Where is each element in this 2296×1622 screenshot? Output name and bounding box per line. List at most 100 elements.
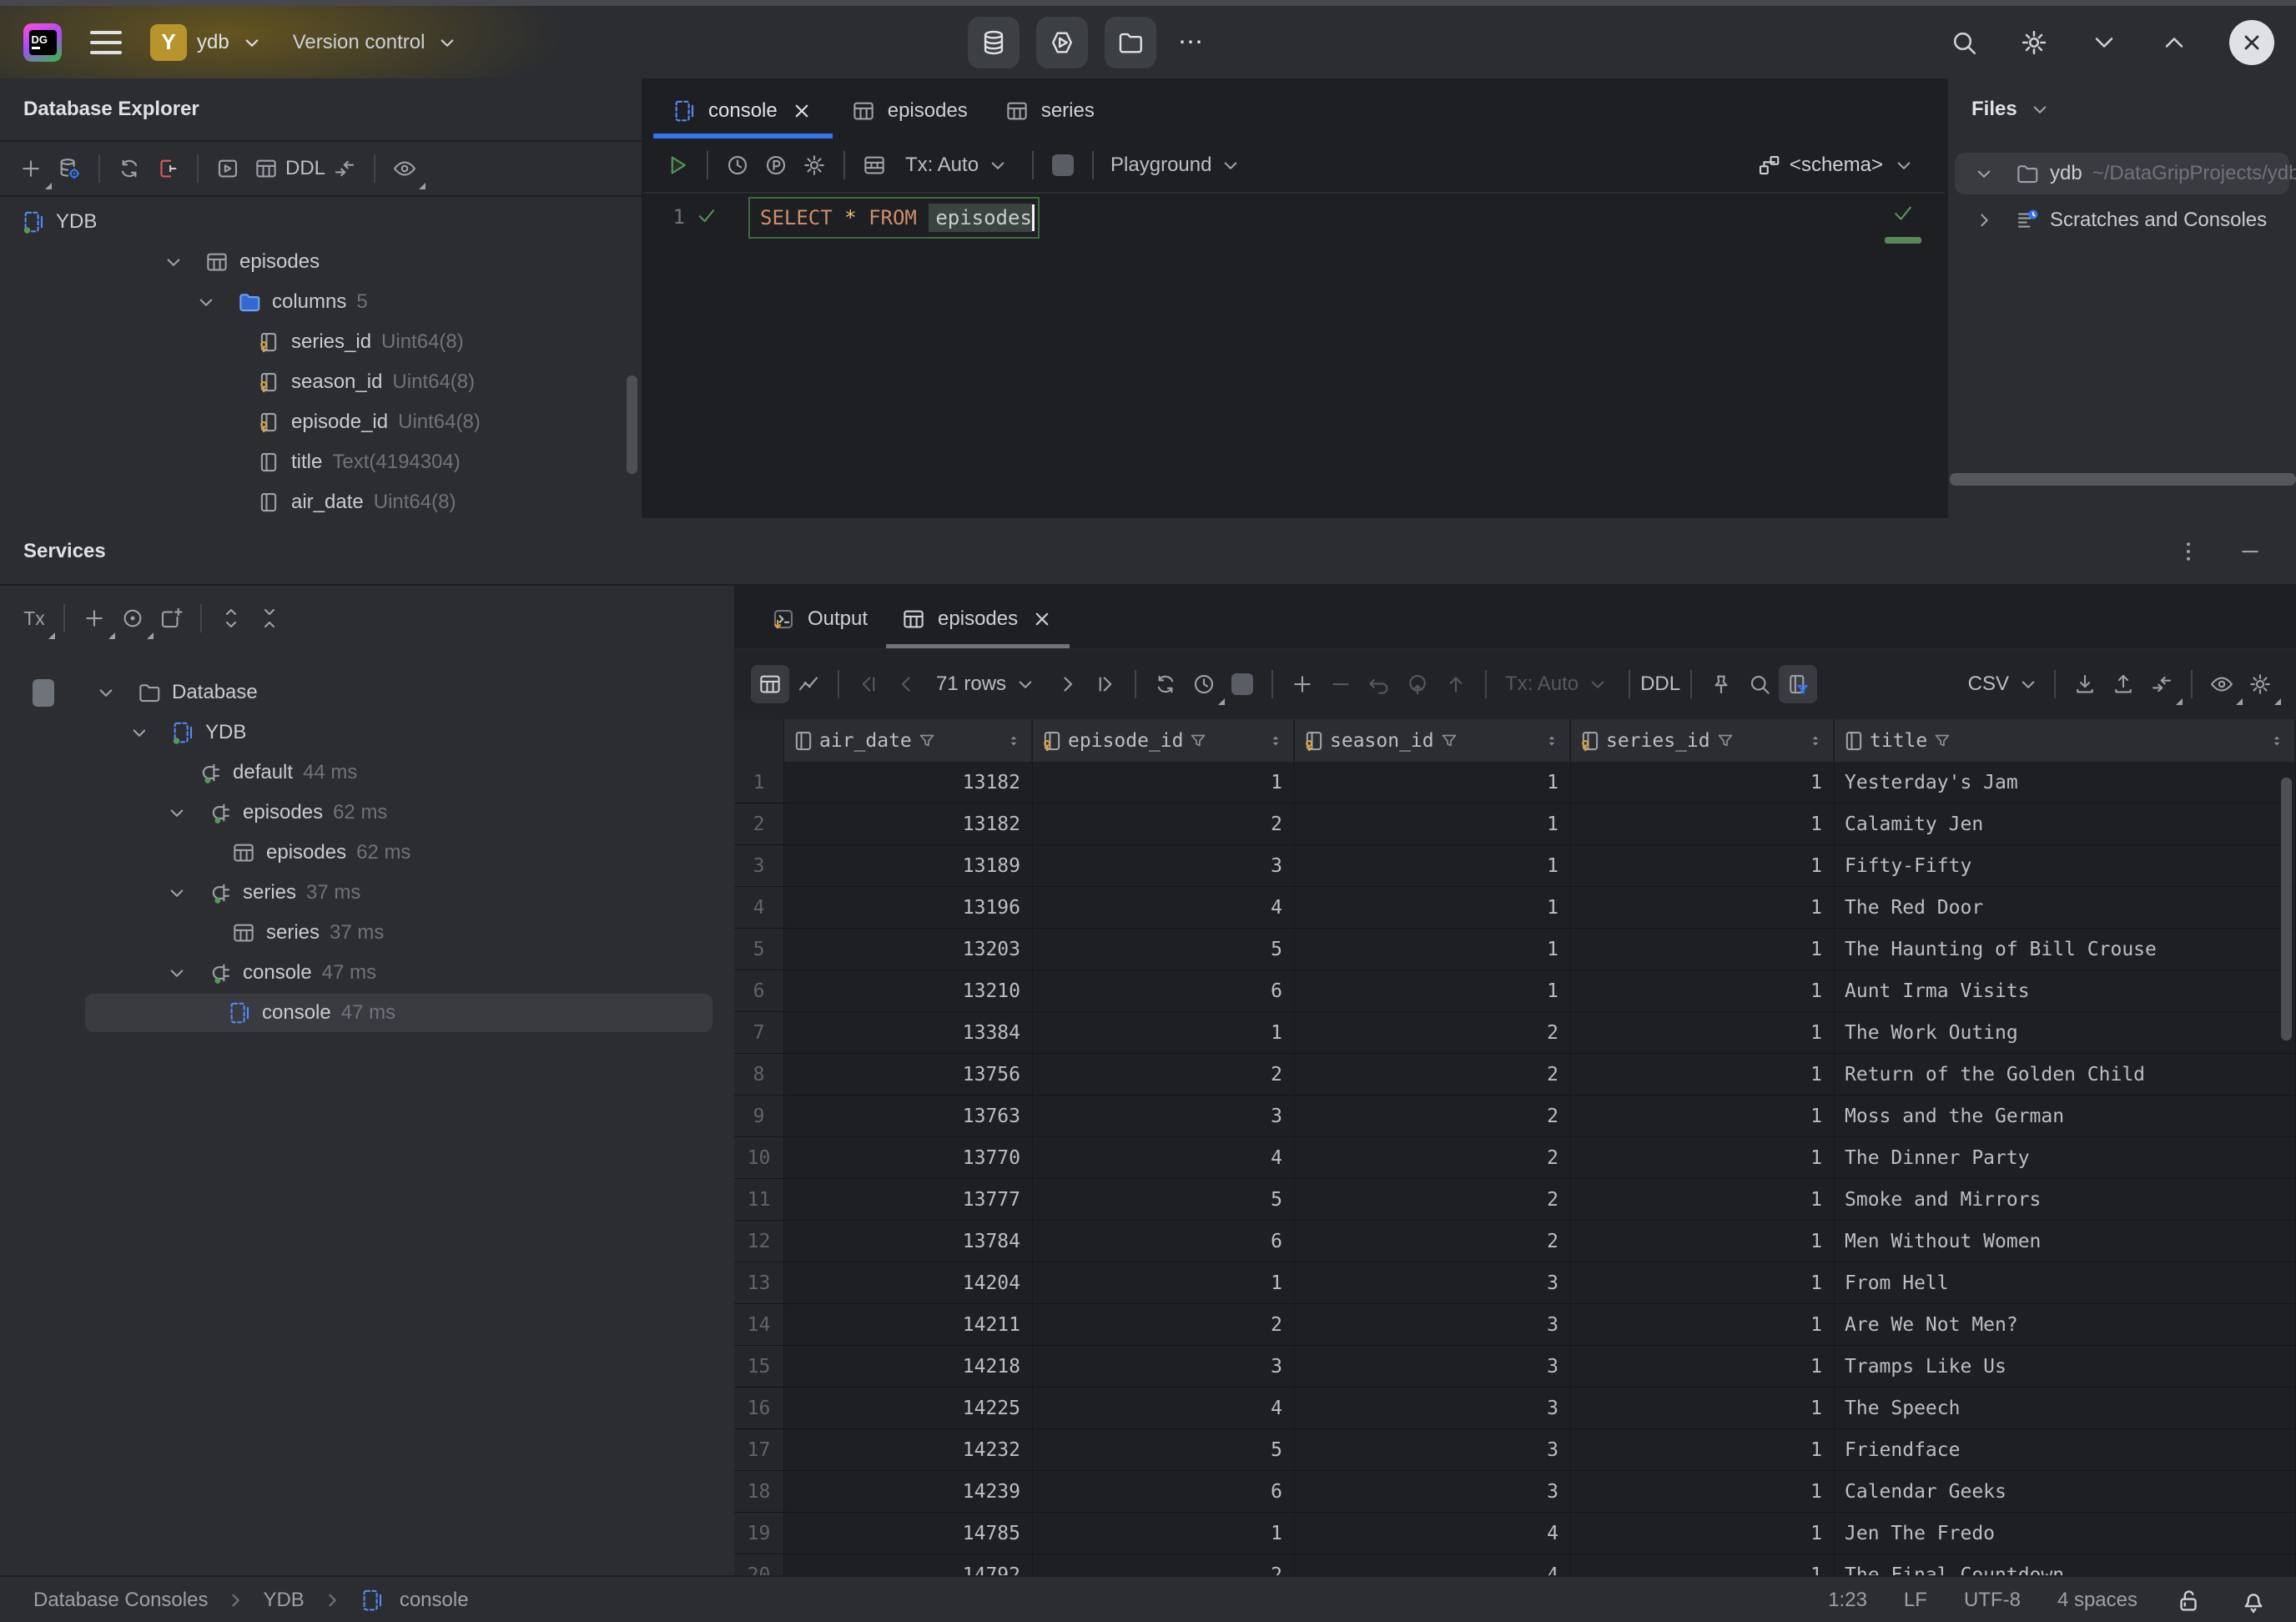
refresh-commit-button[interactable] (1398, 665, 1437, 703)
cell-air_date[interactable]: 14232 (784, 1429, 1033, 1470)
tree-toggle[interactable] (194, 290, 227, 315)
column-header-season_id[interactable]: season_id (1295, 719, 1571, 762)
execute-button[interactable] (658, 146, 697, 184)
cell-air_date[interactable]: 13196 (784, 887, 1033, 928)
cell-title[interactable]: The Red Door (1835, 887, 2296, 928)
tab-episodes-result[interactable]: episodes (884, 590, 1071, 648)
previous-page-button[interactable] (888, 665, 926, 703)
service-item-console[interactable]: console47 ms (0, 953, 733, 993)
row-number[interactable]: 19 (734, 1513, 784, 1554)
cell-series_id[interactable]: 1 (1571, 1471, 1835, 1512)
cell-episode_id[interactable]: 4 (1033, 1137, 1295, 1178)
cell-series_id[interactable]: 1 (1571, 1388, 1835, 1428)
tree-toggle[interactable] (1971, 161, 2005, 186)
sort-icon[interactable] (1806, 732, 1825, 750)
cell-episode_id[interactable]: 6 (1033, 1471, 1295, 1512)
cell-season_id[interactable]: 1 (1295, 762, 1571, 803)
new-item-button[interactable] (12, 149, 50, 188)
settings-gear-icon[interactable] (2019, 28, 2049, 58)
cell-episode_id[interactable]: 1 (1033, 1012, 1295, 1053)
cell-air_date[interactable]: 13777 (784, 1179, 1033, 1220)
cell-season_id[interactable]: 1 (1295, 970, 1571, 1011)
cell-episode_id[interactable]: 3 (1033, 845, 1295, 886)
filter-funnel-icon[interactable] (1932, 731, 1952, 751)
cell-series_id[interactable]: 1 (1571, 929, 1835, 970)
tx-mode-select[interactable]: Tx: Auto (905, 153, 1010, 178)
cell-episode_id[interactable]: 1 (1033, 1262, 1295, 1303)
expand-all-button[interactable] (212, 599, 250, 637)
preview-data-button[interactable] (113, 599, 152, 637)
chevron-down-icon[interactable] (1971, 161, 1996, 186)
tree-toggle[interactable] (127, 720, 160, 745)
cell-title[interactable]: The Dinner Party (1835, 1137, 2296, 1178)
cell-series_id[interactable]: 1 (1571, 970, 1835, 1011)
column-header-episode_id[interactable]: episode_id (1033, 719, 1295, 762)
tree-toggle[interactable] (93, 680, 127, 705)
row-number[interactable]: 7 (734, 1012, 784, 1053)
column-header-title[interactable]: title (1835, 719, 2296, 762)
sort-icon[interactable] (1543, 732, 1561, 750)
cell-season_id[interactable]: 2 (1295, 1137, 1571, 1178)
cell-title[interactable]: The Speech (1835, 1388, 2296, 1428)
minimize-icon[interactable] (2238, 539, 2263, 564)
row-number[interactable]: 17 (734, 1429, 784, 1470)
cell-air_date[interactable]: 13763 (784, 1096, 1033, 1136)
row-number[interactable]: 5 (734, 929, 784, 970)
cell-season_id[interactable]: 2 (1295, 1221, 1571, 1262)
cell-season_id[interactable]: 2 (1295, 1179, 1571, 1220)
row-number[interactable]: 16 (734, 1388, 784, 1428)
view-options-button[interactable] (385, 149, 424, 188)
close-icon[interactable] (789, 98, 814, 123)
sql-statement[interactable]: SELECT * FROM episodes (748, 197, 1040, 239)
sort-icon[interactable] (1004, 732, 1023, 750)
stop-button[interactable] (1044, 146, 1082, 184)
row-number[interactable]: 14 (734, 1304, 784, 1345)
tree-toggle[interactable] (164, 960, 198, 985)
cell-air_date[interactable]: 14239 (784, 1471, 1033, 1512)
explorer-item-columns[interactable]: columns5 (0, 282, 642, 322)
cell-title[interactable]: Friendface (1835, 1429, 2296, 1470)
files-scrollbar-thumb[interactable] (1950, 473, 2296, 486)
explorer-item-season-id[interactable]: season_idUint64(8) (0, 362, 642, 402)
cell-air_date[interactable]: 14785 (784, 1513, 1033, 1554)
import-data-button[interactable] (2104, 665, 2142, 703)
cell-episode_id[interactable]: 1 (1033, 762, 1295, 803)
row-number[interactable]: 12 (734, 1221, 784, 1262)
cell-title[interactable]: Calamity Jen (1835, 803, 2296, 844)
cell-season_id[interactable]: 3 (1295, 1429, 1571, 1470)
revert-button[interactable] (1360, 665, 1398, 703)
column-filter-button[interactable] (1779, 665, 1817, 703)
tree-toggle[interactable] (164, 880, 198, 905)
filter-funnel-icon[interactable] (917, 731, 937, 751)
main-menu-icon[interactable] (90, 31, 122, 54)
jump-to-console-button[interactable] (209, 149, 247, 188)
query-parameters-button[interactable] (757, 146, 795, 184)
cell-episode_id[interactable]: 5 (1033, 1429, 1295, 1470)
column-header-air_date[interactable]: air_date (784, 719, 1033, 762)
cell-season_id[interactable]: 3 (1295, 1304, 1571, 1345)
filter-funnel-icon[interactable] (1715, 731, 1735, 751)
editor-settings-button[interactable] (795, 146, 833, 184)
tree-toggle[interactable] (161, 249, 194, 275)
find-in-grid-button[interactable] (1740, 665, 1779, 703)
notifications-bell-icon[interactable] (2239, 1586, 2268, 1614)
service-item-episodes[interactable]: episodes62 ms (0, 793, 733, 833)
service-item-default[interactable]: default44 ms (0, 753, 733, 793)
chevron-down-icon[interactable] (164, 880, 189, 905)
add-service-button[interactable] (75, 599, 113, 637)
cell-series_id[interactable]: 1 (1571, 1137, 1835, 1178)
cell-episode_id[interactable]: 2 (1033, 803, 1295, 844)
project-files-button[interactable] (1105, 17, 1156, 68)
data-view-options-button[interactable] (2203, 665, 2241, 703)
cell-air_date[interactable]: 13182 (784, 803, 1033, 844)
data-source-properties-button[interactable] (50, 149, 88, 188)
row-number[interactable]: 13 (734, 1262, 784, 1303)
chevron-down-icon[interactable] (127, 720, 152, 745)
chevron-down-icon[interactable] (161, 249, 186, 275)
service-item-database[interactable]: Database (0, 672, 733, 713)
cell-air_date[interactable]: 13203 (784, 929, 1033, 970)
cell-episode_id[interactable]: 1 (1033, 1513, 1295, 1554)
row-number[interactable]: 6 (734, 970, 784, 1011)
stop-query-button[interactable] (1223, 665, 1261, 703)
cell-series_id[interactable]: 1 (1571, 1346, 1835, 1387)
